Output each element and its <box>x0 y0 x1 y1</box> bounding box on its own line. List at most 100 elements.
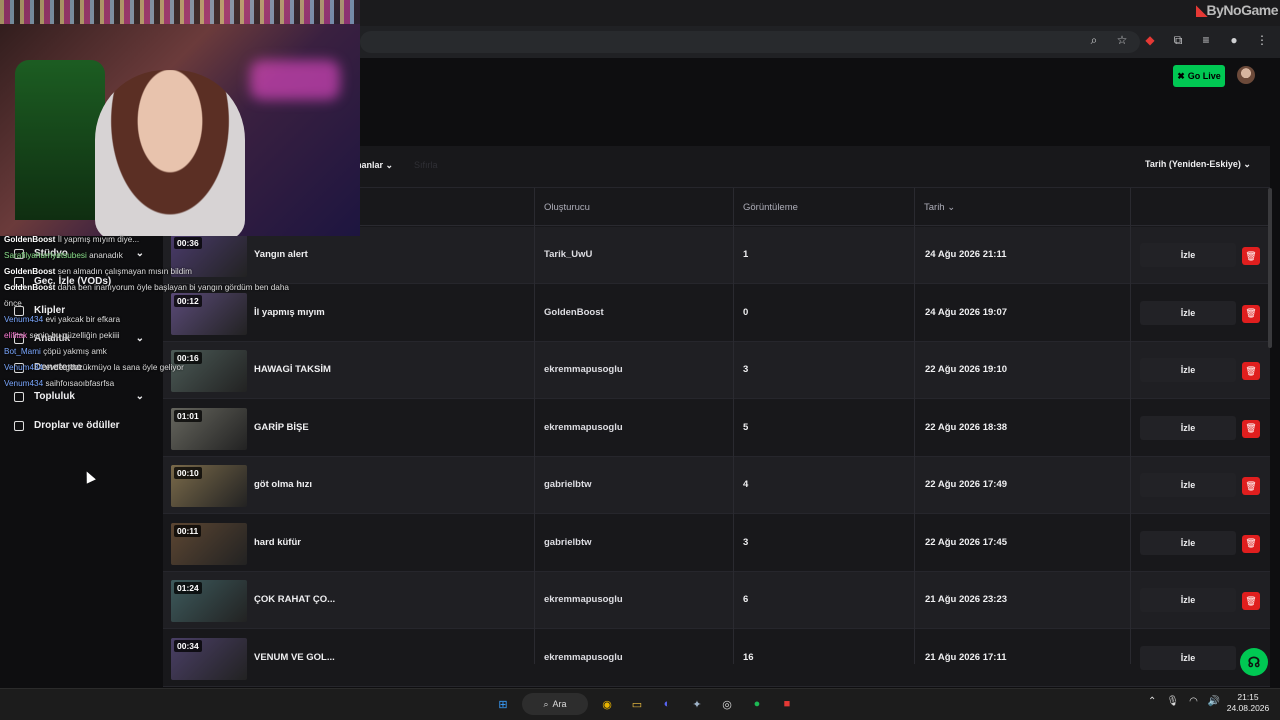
chat-username[interactable]: Venum434 <box>4 363 43 372</box>
clip-thumbnail[interactable]: 00:11 <box>171 522 247 565</box>
chat-username[interactable]: Sarafilyahurriyetsubesi <box>4 251 87 260</box>
delete-button[interactable]: 🗑 <box>1242 477 1260 495</box>
obs-settings-icon[interactable]: ✦ <box>686 693 708 715</box>
chat-message: Venum434 evi yakcak bir efkara <box>4 312 354 328</box>
clip-title[interactable]: ÇOK RAHAT ÇO... <box>254 594 335 605</box>
app-red-icon[interactable]: ■ <box>776 693 798 715</box>
delete-button[interactable]: 🗑 <box>1242 247 1260 265</box>
wifi-icon[interactable]: ◠ <box>1189 696 1198 707</box>
puzzle-icon[interactable]: ⧉ <box>1170 33 1186 48</box>
chat-username[interactable]: Venum434 <box>4 315 43 324</box>
clip-title[interactable]: göt olma hızı <box>254 479 312 490</box>
watch-button[interactable]: İzle <box>1140 358 1236 382</box>
chrome-icon[interactable]: ◉ <box>596 693 618 715</box>
address-bar[interactable] <box>360 31 1140 53</box>
clip-creator[interactable]: gabrielbtw <box>544 479 592 490</box>
clip-creator[interactable]: ekremmapusoglu <box>544 422 623 433</box>
clock[interactable]: 21:15 24.08.2026 <box>1222 692 1274 714</box>
table-row: 00:34 VENUM VE GOL... ekremmapusoglu 16 21 A… <box>163 629 1270 687</box>
trash-icon: 🗑 <box>1245 480 1257 491</box>
clip-creator[interactable]: GoldenBoost <box>544 307 604 318</box>
taskbar-search[interactable]: ⌕ Ara <box>522 693 588 715</box>
delete-button[interactable]: 🗑 <box>1242 592 1260 610</box>
star-icon[interactable]: ☆ <box>1114 33 1130 48</box>
chevron-down-icon: ⌄ <box>385 160 394 170</box>
go-live-label: Go Live <box>1187 71 1221 81</box>
watch-button[interactable]: İzle <box>1140 588 1236 612</box>
chevron-down-icon[interactable]: ⌄ <box>136 391 144 402</box>
clip-creator[interactable]: ekremmapusoglu <box>544 364 623 375</box>
column-header-creator[interactable]: Oluşturucu <box>544 202 590 213</box>
chat-username[interactable]: GoldenBoost <box>4 283 55 292</box>
delete-button[interactable]: 🗑 <box>1242 362 1260 380</box>
clock-time: 21:15 <box>1237 692 1259 702</box>
menu-icon[interactable]: ⋮ <box>1254 33 1270 48</box>
clip-title[interactable]: GARİP BİŞE <box>254 422 309 433</box>
media-icon[interactable]: ≡ <box>1198 33 1214 48</box>
chat-text: çöpü yakmış amk <box>43 347 107 356</box>
clip-creator[interactable]: ekremmapusoglu <box>544 594 623 605</box>
windows-start-icon[interactable]: ⊞ <box>492 693 514 715</box>
clip-date: 21 Ağu 2026 23:23 <box>925 594 1008 605</box>
column-header-date[interactable]: Tarih ⌄ <box>924 202 955 213</box>
reset-filter-button[interactable]: Sıfırla <box>414 160 438 170</box>
column-divider <box>534 188 535 664</box>
spotify-icon[interactable]: ● <box>746 693 768 715</box>
column-divider <box>914 188 915 664</box>
watch-button[interactable]: İzle <box>1140 530 1236 555</box>
clip-thumbnail[interactable]: 01:24 <box>171 580 247 622</box>
chat-username[interactable]: Bot_Mami <box>4 347 41 356</box>
chat-username[interactable]: GoldenBoost <box>4 267 55 276</box>
volume-icon[interactable]: 🔊 <box>1208 696 1220 707</box>
extension-icon[interactable]: ◆ <box>1142 33 1158 48</box>
chat-username[interactable]: Venum434 <box>4 379 43 388</box>
watch-button[interactable]: İzle <box>1140 300 1236 325</box>
help-button[interactable]: ☊ <box>1240 648 1268 676</box>
clip-title[interactable]: VENUM VE GOL... <box>254 652 335 663</box>
watch-button[interactable]: İzle <box>1140 645 1236 670</box>
clip-views: 3 <box>743 364 749 375</box>
watch-button[interactable]: İzle <box>1140 473 1236 497</box>
clip-creator[interactable]: Tarik_UwU <box>544 249 592 260</box>
clip-views: 3 <box>743 536 749 548</box>
clip-thumbnail[interactable]: 00:10 <box>171 465 247 507</box>
clip-creator[interactable]: gabrielbtw <box>544 537 592 548</box>
filter-dropdown[interactable]: nanlar ⌄ <box>356 160 393 171</box>
chat-username[interactable]: elifitak <box>4 331 27 340</box>
avatar[interactable] <box>1237 66 1255 84</box>
sidebar-item[interactable]: Droplar ve ödüller <box>14 420 144 431</box>
delete-button[interactable]: 🗑 <box>1242 534 1260 553</box>
chat-text: ananadık <box>89 251 123 260</box>
clip-title[interactable]: hard küfür <box>254 537 301 548</box>
obs-icon[interactable]: ◎ <box>716 693 738 715</box>
clip-date: 24 Ağu 2026 19:07 <box>925 306 1008 318</box>
delete-button[interactable]: 🗑 <box>1242 304 1260 323</box>
trash-icon: 🗑 <box>1245 538 1257 548</box>
go-live-button[interactable]: ✖ Go Live <box>1173 65 1225 87</box>
file-explorer-icon[interactable]: ▭ <box>626 693 648 715</box>
clip-creator[interactable]: ekremmapusoglu <box>544 652 623 663</box>
taskbar-apps: ⊞ ⌕ Ara ◉ ▭ ◐ ✦ ◎ ● ■ <box>492 693 798 715</box>
chevron-up-icon[interactable]: ⌃ <box>1148 696 1156 707</box>
watch-button[interactable]: İzle <box>1140 243 1236 267</box>
streamer <box>95 70 245 236</box>
chat-username[interactable]: GoldenBoost <box>4 235 55 244</box>
profile-icon[interactable]: ● <box>1226 33 1242 48</box>
gift-icon <box>14 420 24 431</box>
sort-dropdown[interactable]: Tarih (Yeniden-Eskiye) ⌄ <box>1145 159 1251 170</box>
clip-thumbnail[interactable]: 01:01 <box>171 407 247 450</box>
clip-thumbnail[interactable]: 00:34 <box>171 637 247 680</box>
watch-button[interactable]: İzle <box>1140 415 1236 440</box>
chat-message: GoldenBoost daha ben inanıyorum öyle baş… <box>4 280 354 296</box>
clip-views: 0 <box>743 306 749 318</box>
sidebar-item[interactable]: Topluluk ⌄ <box>14 391 144 402</box>
clip-views: 6 <box>743 594 749 605</box>
column-header-views[interactable]: Görüntüleme <box>743 202 798 213</box>
microphone-icon[interactable]: 🎙 <box>1166 696 1179 707</box>
chat-text: önce <box>4 299 22 308</box>
table-row: 00:10 göt olma hızı gabrielbtw 4 22 Ağu 2026… <box>163 457 1270 514</box>
delete-button[interactable]: 🗑 <box>1242 419 1260 438</box>
scrollbar[interactable] <box>1268 188 1272 348</box>
discord-icon[interactable]: ◐ <box>656 693 678 715</box>
zoom-icon[interactable]: ⌕ <box>1086 33 1102 48</box>
